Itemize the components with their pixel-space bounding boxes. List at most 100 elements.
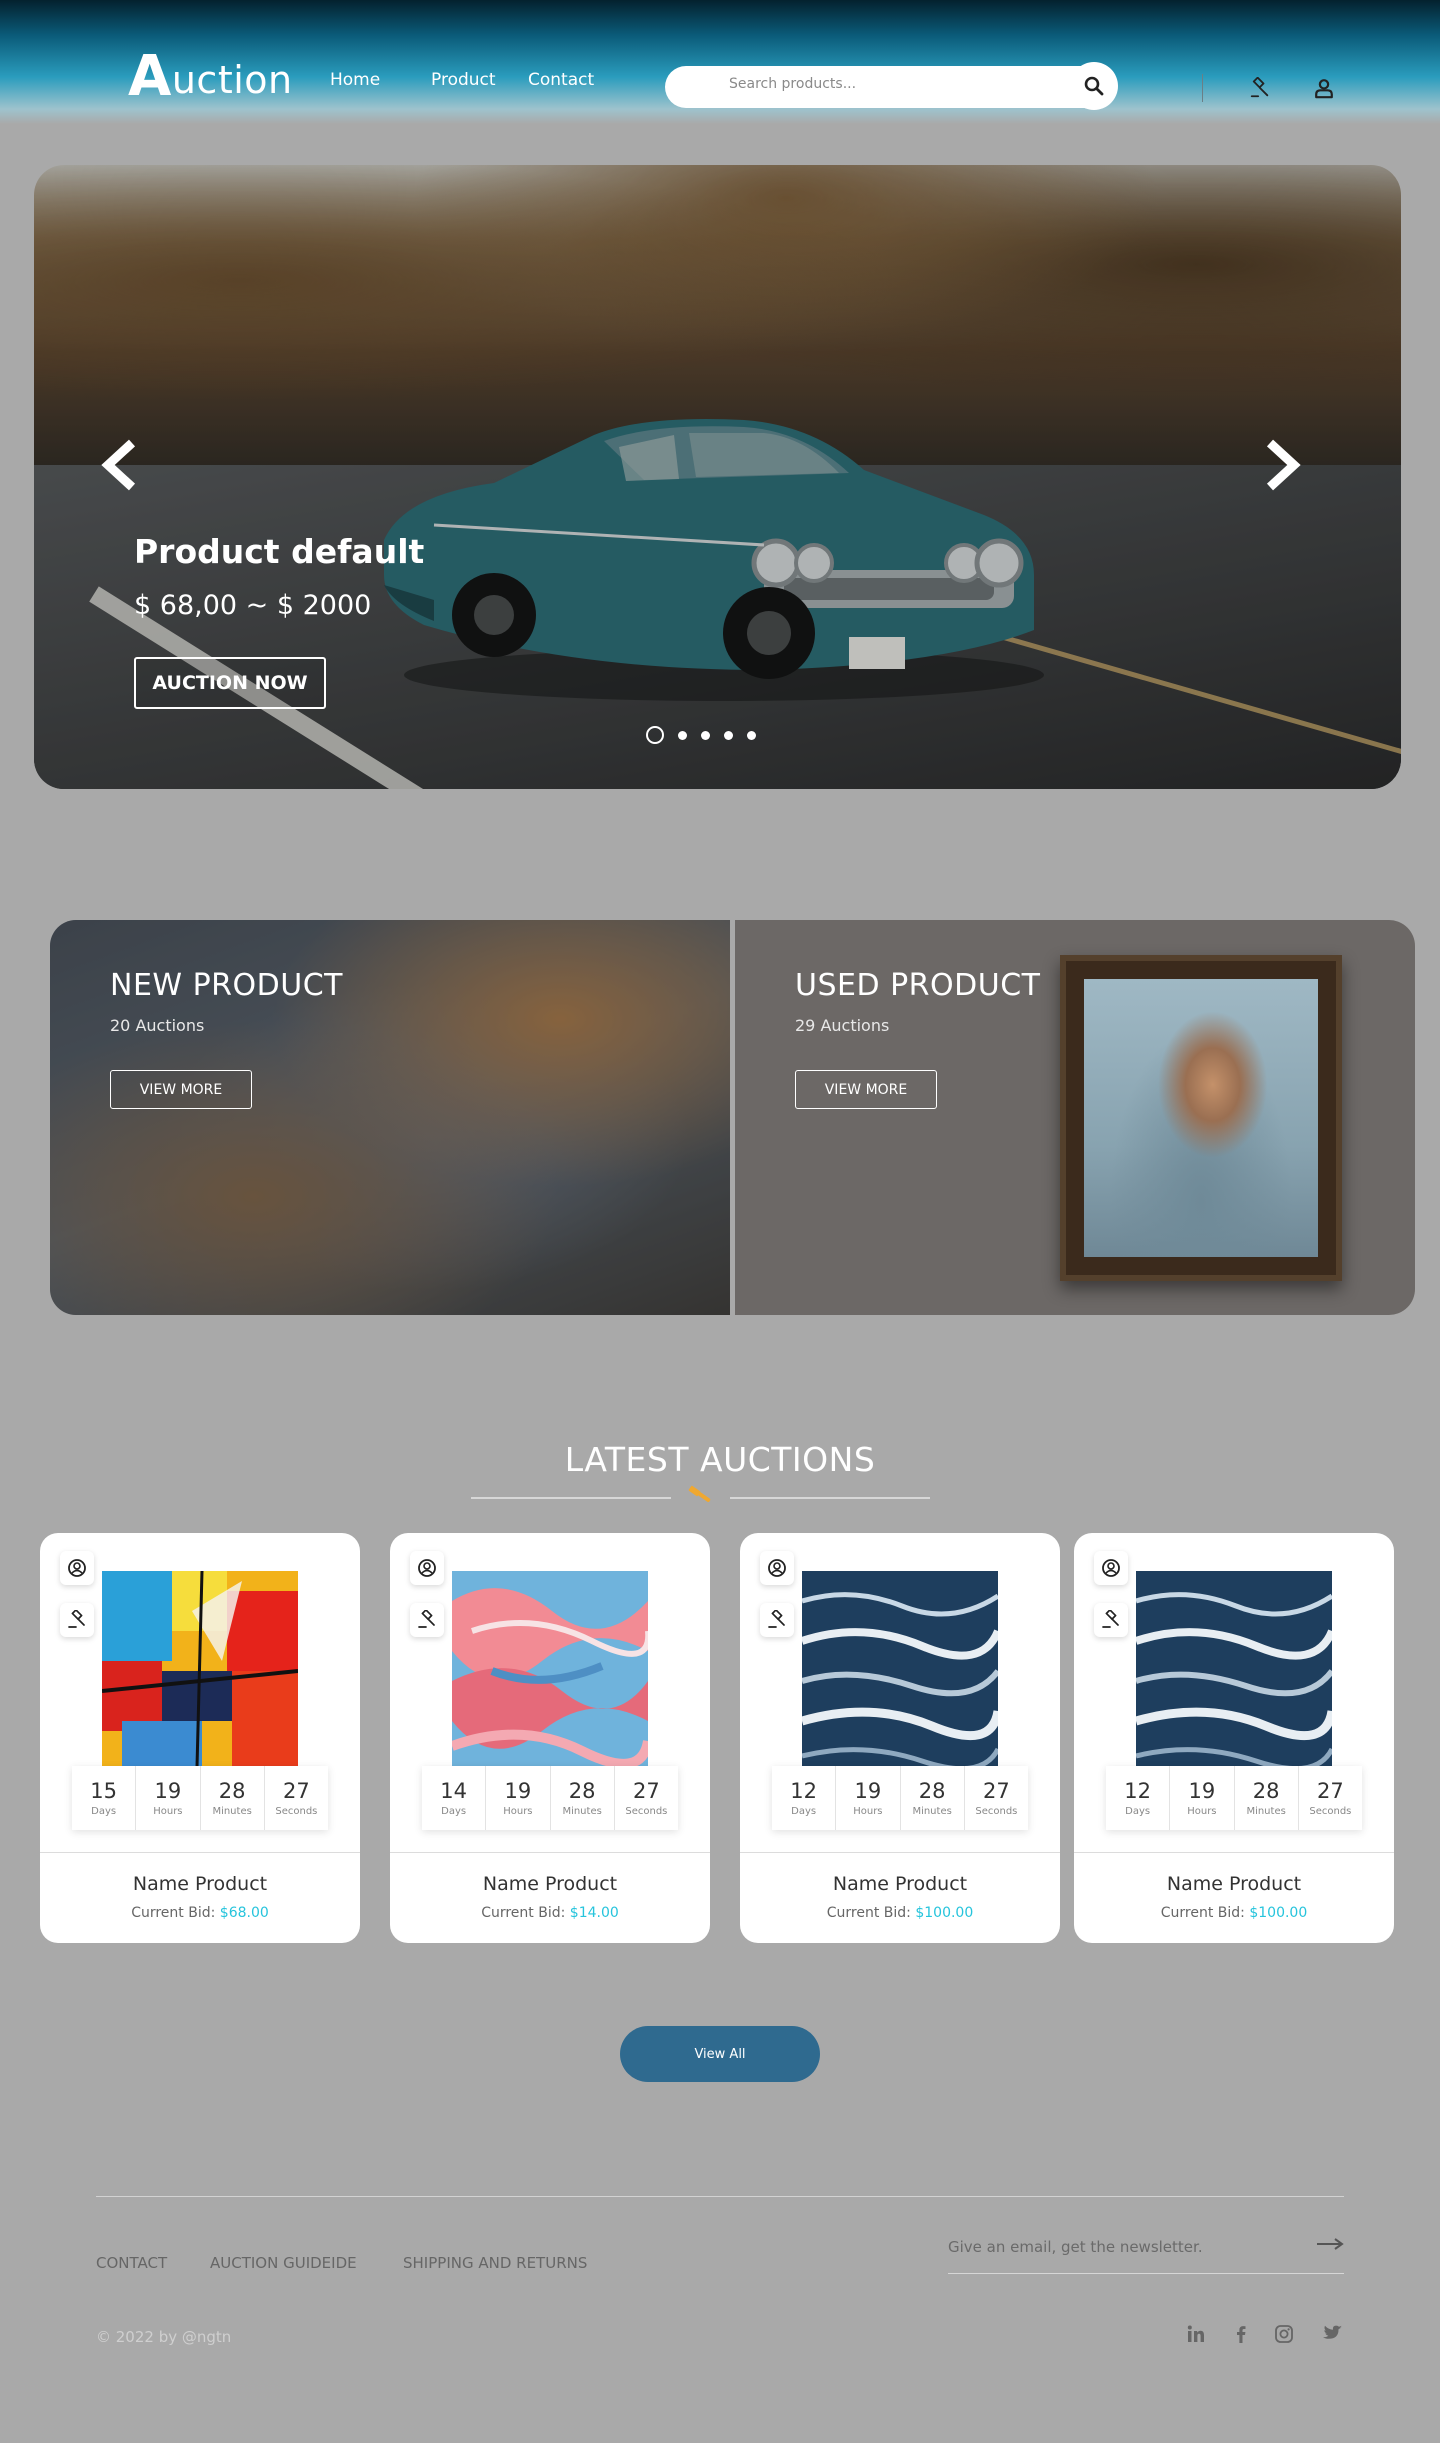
footer-link-shipping[interactable]: SHIPPING AND RETURNS [403, 2254, 587, 2272]
header: Auction Home Product Contact [0, 0, 1440, 124]
slider-dot-5[interactable] [747, 730, 756, 740]
new-product-view-more-button[interactable]: VIEW MORE [110, 1070, 252, 1109]
newsletter-form [948, 2234, 1344, 2274]
slider-dots [646, 726, 756, 744]
linkedin-icon [1187, 2325, 1204, 2342]
arrow-right-icon[interactable] [1316, 2236, 1344, 2252]
footer-link-contact[interactable]: CONTACT [96, 2254, 167, 2272]
current-bid: Current Bid: $100.00 [1160, 1905, 1308, 1921]
facebook-link[interactable] [1229, 2322, 1253, 2346]
card-divider [1074, 1852, 1394, 1853]
nav-contact[interactable]: Contact [528, 70, 594, 90]
instagram-link[interactable] [1272, 2322, 1296, 2346]
facebook-icon [1237, 2326, 1246, 2343]
current-bid: Current Bid: $100.00 [826, 1905, 974, 1921]
title-underline-left [471, 1497, 671, 1499]
bid-button[interactable] [410, 1603, 444, 1637]
used-product-title: USED PRODUCT [795, 968, 1041, 1003]
abstract-painting-image [102, 1571, 298, 1767]
user-circle-icon [68, 1559, 86, 1577]
countdown-timer: 15 Days 19 Hours 28 Minutes 27 Seconds [72, 1766, 328, 1830]
new-product-count: 20 Auctions [110, 1016, 205, 1035]
portrait-painting-image [1060, 955, 1342, 1281]
user-icon [1315, 79, 1333, 99]
slider-dot-4[interactable] [724, 730, 733, 740]
view-all-button[interactable]: View All [620, 2026, 820, 2082]
countdown-days: 12 [790, 1779, 817, 1803]
hero-next-button[interactable] [1252, 433, 1312, 497]
countdown-hours: 19 [854, 1779, 882, 1803]
twitter-link[interactable] [1320, 2322, 1344, 2346]
footer-divider [96, 2196, 1344, 2197]
ocean-painting-image [802, 1571, 998, 1767]
countdown-hours: 19 [504, 1779, 532, 1803]
countdown-seconds: 27 [283, 1779, 310, 1803]
auction-card-4[interactable]: 12 Days 19 Hours 28 Minutes 27 Seconds Name … [1074, 1533, 1394, 1943]
user-account-button[interactable] [1308, 72, 1340, 104]
copyright: © 2022 by @ngtn [96, 2328, 232, 2346]
countdown-minutes: 28 [1252, 1779, 1280, 1803]
countdown-days: 12 [1124, 1779, 1151, 1803]
search-input[interactable] [729, 76, 1049, 92]
seller-button[interactable] [1094, 1551, 1128, 1585]
countdown-days: 15 [90, 1779, 117, 1803]
auction-card-2[interactable]: 14 Days 19 Hours 28 Minutes 27 Seconds Name … [390, 1533, 710, 1943]
fluid-painting-image [452, 1571, 648, 1767]
product-name[interactable]: Name Product [390, 1873, 710, 1895]
nav-product[interactable]: Product [431, 70, 496, 90]
slider-dot-1[interactable] [646, 726, 664, 744]
header-divider [1202, 74, 1203, 102]
auction-gavel-button[interactable] [1244, 72, 1276, 104]
new-product-banner: NEW PRODUCT 20 Auctions VIEW MORE [50, 920, 730, 1315]
countdown-minutes: 28 [918, 1779, 946, 1803]
slider-dot-2[interactable] [678, 730, 687, 740]
seller-button[interactable] [410, 1551, 444, 1585]
bid-button[interactable] [760, 1603, 794, 1637]
newsletter-email-input[interactable] [948, 2238, 1288, 2256]
countdown-hours: 19 [154, 1779, 182, 1803]
product-name[interactable]: Name Product [1074, 1873, 1394, 1895]
gavel-icon [768, 1610, 785, 1628]
seller-button[interactable] [760, 1551, 794, 1585]
ocean-painting-image [1136, 1571, 1332, 1767]
bid-button[interactable] [60, 1603, 94, 1637]
countdown-timer: 12 Days 19 Hours 28 Minutes 27 Seconds [1106, 1766, 1362, 1830]
card-divider [40, 1852, 360, 1853]
product-name[interactable]: Name Product [40, 1873, 360, 1895]
gavel-icon [68, 1610, 85, 1628]
card-divider [740, 1852, 1060, 1853]
card-divider [390, 1852, 710, 1853]
logo[interactable]: Auction [128, 44, 293, 109]
auction-card-1[interactable]: 15 Days 19 Hours 28 Minutes 27 Seconds Name … [40, 1533, 360, 1943]
slider-dot-3[interactable] [701, 730, 710, 740]
auction-card-3[interactable]: 12 Days 19 Hours 28 Minutes 27 Seconds Name … [740, 1533, 1060, 1943]
product-name[interactable]: Name Product [740, 1873, 1060, 1895]
search-button[interactable] [1070, 62, 1118, 110]
gavel-icon [1102, 1610, 1119, 1628]
hero-slider: Product default $ 68,00 ~ $ 2000 AUCTION… [34, 165, 1401, 789]
auction-now-button[interactable]: AUCTION NOW [134, 657, 326, 709]
countdown-seconds: 27 [1317, 1779, 1344, 1803]
search-icon [1084, 76, 1104, 96]
linkedin-link[interactable] [1184, 2322, 1208, 2346]
countdown-seconds: 27 [983, 1779, 1010, 1803]
used-product-count: 29 Auctions [795, 1016, 890, 1035]
title-underline-right [730, 1497, 930, 1499]
countdown-timer: 12 Days 19 Hours 28 Minutes 27 Seconds [772, 1766, 1028, 1830]
used-product-banner: USED PRODUCT 29 Auctions VIEW MORE [735, 920, 1415, 1315]
instagram-icon [1275, 2325, 1293, 2343]
user-circle-icon [418, 1559, 436, 1577]
gavel-icon [418, 1610, 435, 1628]
countdown-timer: 14 Days 19 Hours 28 Minutes 27 Seconds [422, 1766, 678, 1830]
countdown-minutes: 28 [218, 1779, 246, 1803]
used-product-view-more-button[interactable]: VIEW MORE [795, 1070, 937, 1109]
countdown-minutes: 28 [568, 1779, 596, 1803]
nav-home[interactable]: Home [330, 70, 380, 90]
seller-button[interactable] [60, 1551, 94, 1585]
hero-prev-button[interactable] [90, 433, 150, 497]
twitter-icon [1322, 2325, 1342, 2339]
latest-auctions-title: LATEST AUCTIONS [564, 1440, 876, 1479]
bid-button[interactable] [1094, 1603, 1128, 1637]
footer-link-auction-guide[interactable]: AUCTION GUIDEIDE [210, 2254, 357, 2272]
user-circle-icon [768, 1559, 786, 1577]
